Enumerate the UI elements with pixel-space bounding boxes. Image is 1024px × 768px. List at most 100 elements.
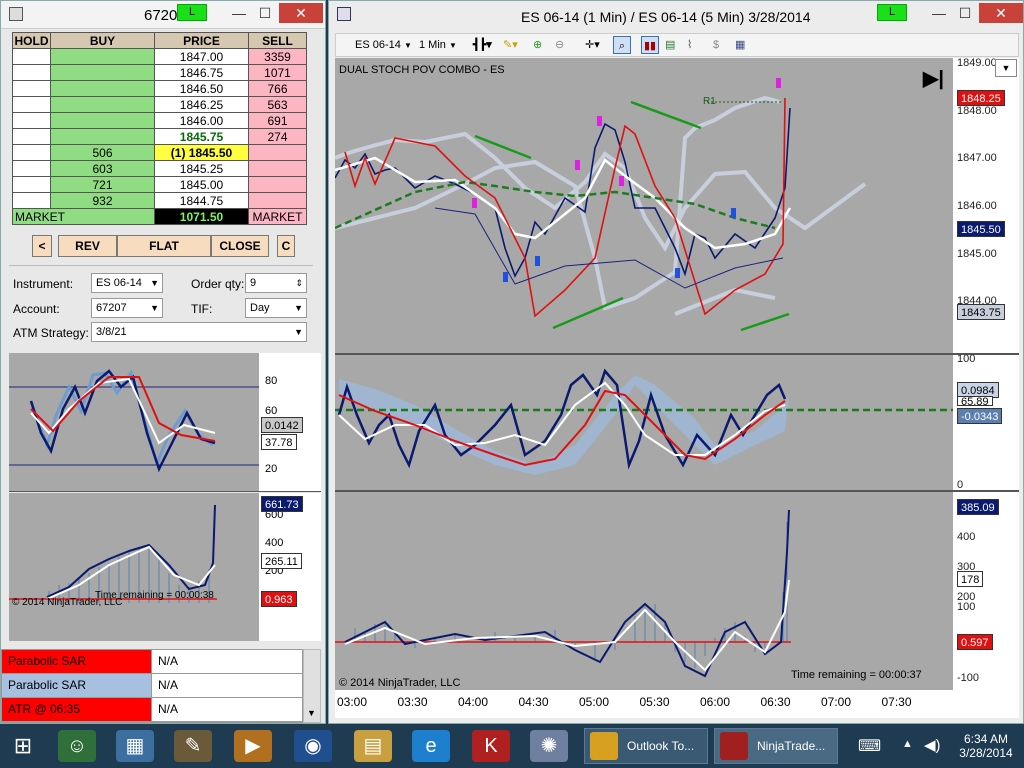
table-row: 1847.00 3359: [12, 48, 307, 65]
mini-volume-panel[interactable]: © 2014 NinjaTrader, LLC Time remaining =…: [9, 493, 259, 641]
market-price: 1071.50: [154, 208, 249, 225]
hold-cell[interactable]: [12, 176, 51, 193]
control-panel-icon[interactable]: ▦: [116, 730, 154, 762]
maximize-button[interactable]: ☐: [251, 3, 279, 23]
maximize-button[interactable]: ☐: [951, 3, 979, 23]
time-tick: 04:00: [458, 695, 489, 709]
price-cell: 1846.25: [154, 96, 249, 113]
price-panel[interactable]: DUAL STOCH POV COMBO - ES R1 ▶|: [334, 58, 953, 353]
sell-cell[interactable]: [248, 192, 307, 209]
zoom-in-icon[interactable]: ⊕: [533, 36, 542, 54]
hold-cell[interactable]: [12, 192, 51, 209]
buy-cell[interactable]: [50, 128, 155, 145]
r1-label: R1: [703, 96, 716, 107]
strategies-icon[interactable]: ⌇: [687, 36, 692, 54]
sell-cell[interactable]: 1071: [248, 64, 307, 81]
chart-trader-icon[interactable]: ▮▮: [641, 36, 659, 54]
list-scrollbar[interactable]: ▼: [303, 649, 321, 723]
close-position-button[interactable]: CLOSE: [211, 235, 269, 257]
divider: [9, 265, 313, 266]
windows-start-icon[interactable]: ⊞: [4, 730, 42, 762]
properties-icon[interactable]: ▦: [735, 36, 745, 54]
hold-cell[interactable]: [12, 64, 51, 81]
hold-cell[interactable]: [12, 144, 51, 161]
account-select[interactable]: 67207 ▼: [91, 298, 163, 318]
minimize-button[interactable]: —: [225, 3, 253, 23]
sell-cell[interactable]: [248, 160, 307, 177]
buy-cell[interactable]: [50, 80, 155, 97]
folder-icon[interactable]: ▤: [354, 730, 392, 762]
paint-icon[interactable]: ✎: [174, 730, 212, 762]
scroll-left-button[interactable]: <: [32, 235, 52, 257]
bar-type-icon[interactable]: ┫┣▾: [473, 36, 492, 54]
buy-cell[interactable]: 603: [50, 160, 155, 177]
clock[interactable]: 6:34 AM 3/28/2014: [954, 732, 1018, 760]
reverse-button[interactable]: REV: [58, 235, 117, 257]
hold-cell[interactable]: [12, 112, 51, 129]
sell-cell[interactable]: [248, 144, 307, 161]
market-sell-button[interactable]: MARKET: [248, 208, 307, 225]
atm-select[interactable]: 3/8/21 ▼: [91, 322, 307, 342]
market-buy-button[interactable]: MARKET: [12, 208, 155, 225]
chevron-down-icon[interactable]: ▼: [307, 708, 316, 718]
close-button[interactable]: ✕: [979, 3, 1023, 23]
hold-cell[interactable]: [12, 80, 51, 97]
buy-cell[interactable]: [50, 48, 155, 65]
hold-cell[interactable]: [12, 160, 51, 177]
chevron-down-icon[interactable]: ▼: [995, 59, 1017, 77]
list-item[interactable]: ATR @ 06:35 N/A: [2, 698, 302, 722]
flatten-button[interactable]: FLAT: [117, 235, 211, 257]
security-icon[interactable]: K: [472, 730, 510, 762]
buy-cell[interactable]: [50, 112, 155, 129]
buy-cell[interactable]: 506: [50, 144, 155, 161]
list-item[interactable]: Parabolic SAR N/A: [2, 650, 302, 674]
close-button[interactable]: ✕: [279, 3, 323, 23]
player-icon[interactable]: ◉: [294, 730, 332, 762]
volume-icon[interactable]: ◀): [924, 736, 941, 754]
instrument-select[interactable]: ES 06-14 ▼: [91, 273, 163, 293]
pencil-icon[interactable]: ✎▾: [503, 36, 518, 54]
keyboard-icon[interactable]: ⌨: [858, 736, 881, 756]
indicators-icon[interactable]: ▤: [665, 36, 675, 54]
header-buy: BUY: [50, 32, 155, 49]
magnifier-icon[interactable]: ⌕: [613, 36, 631, 54]
hold-cell[interactable]: [12, 128, 51, 145]
media-icon[interactable]: ▶: [234, 730, 272, 762]
dollar-icon[interactable]: $: [713, 36, 719, 54]
sell-cell[interactable]: 766: [248, 80, 307, 97]
user-app-icon[interactable]: ☺: [58, 730, 96, 762]
connection-light[interactable]: L: [877, 4, 907, 21]
buy-cell[interactable]: 932: [50, 192, 155, 209]
zoom-out-icon[interactable]: ⊖: [555, 36, 564, 54]
chart-expand-icon[interactable]: ▶|: [923, 66, 944, 91]
buy-cell[interactable]: [50, 96, 155, 113]
hold-cell[interactable]: [12, 48, 51, 65]
tray-expand-icon[interactable]: ▲: [902, 738, 913, 750]
hold-cell[interactable]: [12, 96, 51, 113]
crosshair-icon[interactable]: ✛▾: [585, 36, 600, 54]
browser-icon[interactable]: e: [412, 730, 450, 762]
price-cell: 1845.00: [154, 176, 249, 193]
buy-cell[interactable]: [50, 64, 155, 81]
sell-cell[interactable]: 691: [248, 112, 307, 129]
connection-light[interactable]: L: [177, 4, 207, 21]
buy-cell[interactable]: 721: [50, 176, 155, 193]
oscillator-panel[interactable]: [335, 355, 953, 490]
minimize-button[interactable]: —: [925, 3, 953, 23]
sell-cell[interactable]: 563: [248, 96, 307, 113]
tick-400: 400: [265, 537, 284, 549]
price-cell: (1) 1845.50: [154, 144, 249, 161]
sell-cell[interactable]: 274: [248, 128, 307, 145]
sell-cell[interactable]: 3359: [248, 48, 307, 65]
stepper-arrows-icon[interactable]: ⇕: [295, 274, 303, 292]
mini-stochastic-panel[interactable]: [9, 353, 259, 491]
interval-selector[interactable]: 1 Min ▼: [419, 36, 457, 54]
orderqty-stepper[interactable]: 9 ⇕: [245, 273, 307, 293]
center-button[interactable]: C: [277, 235, 295, 257]
sell-cell[interactable]: [248, 176, 307, 193]
compass-icon[interactable]: ✺: [530, 730, 568, 762]
list-item[interactable]: Parabolic SAR N/A: [2, 674, 302, 698]
instrument-selector[interactable]: ES 06-14 ▼: [355, 36, 412, 54]
volume-panel[interactable]: © 2014 NinjaTrader, LLC Time remaining =…: [335, 492, 953, 690]
tif-select[interactable]: Day ▼: [245, 298, 307, 318]
